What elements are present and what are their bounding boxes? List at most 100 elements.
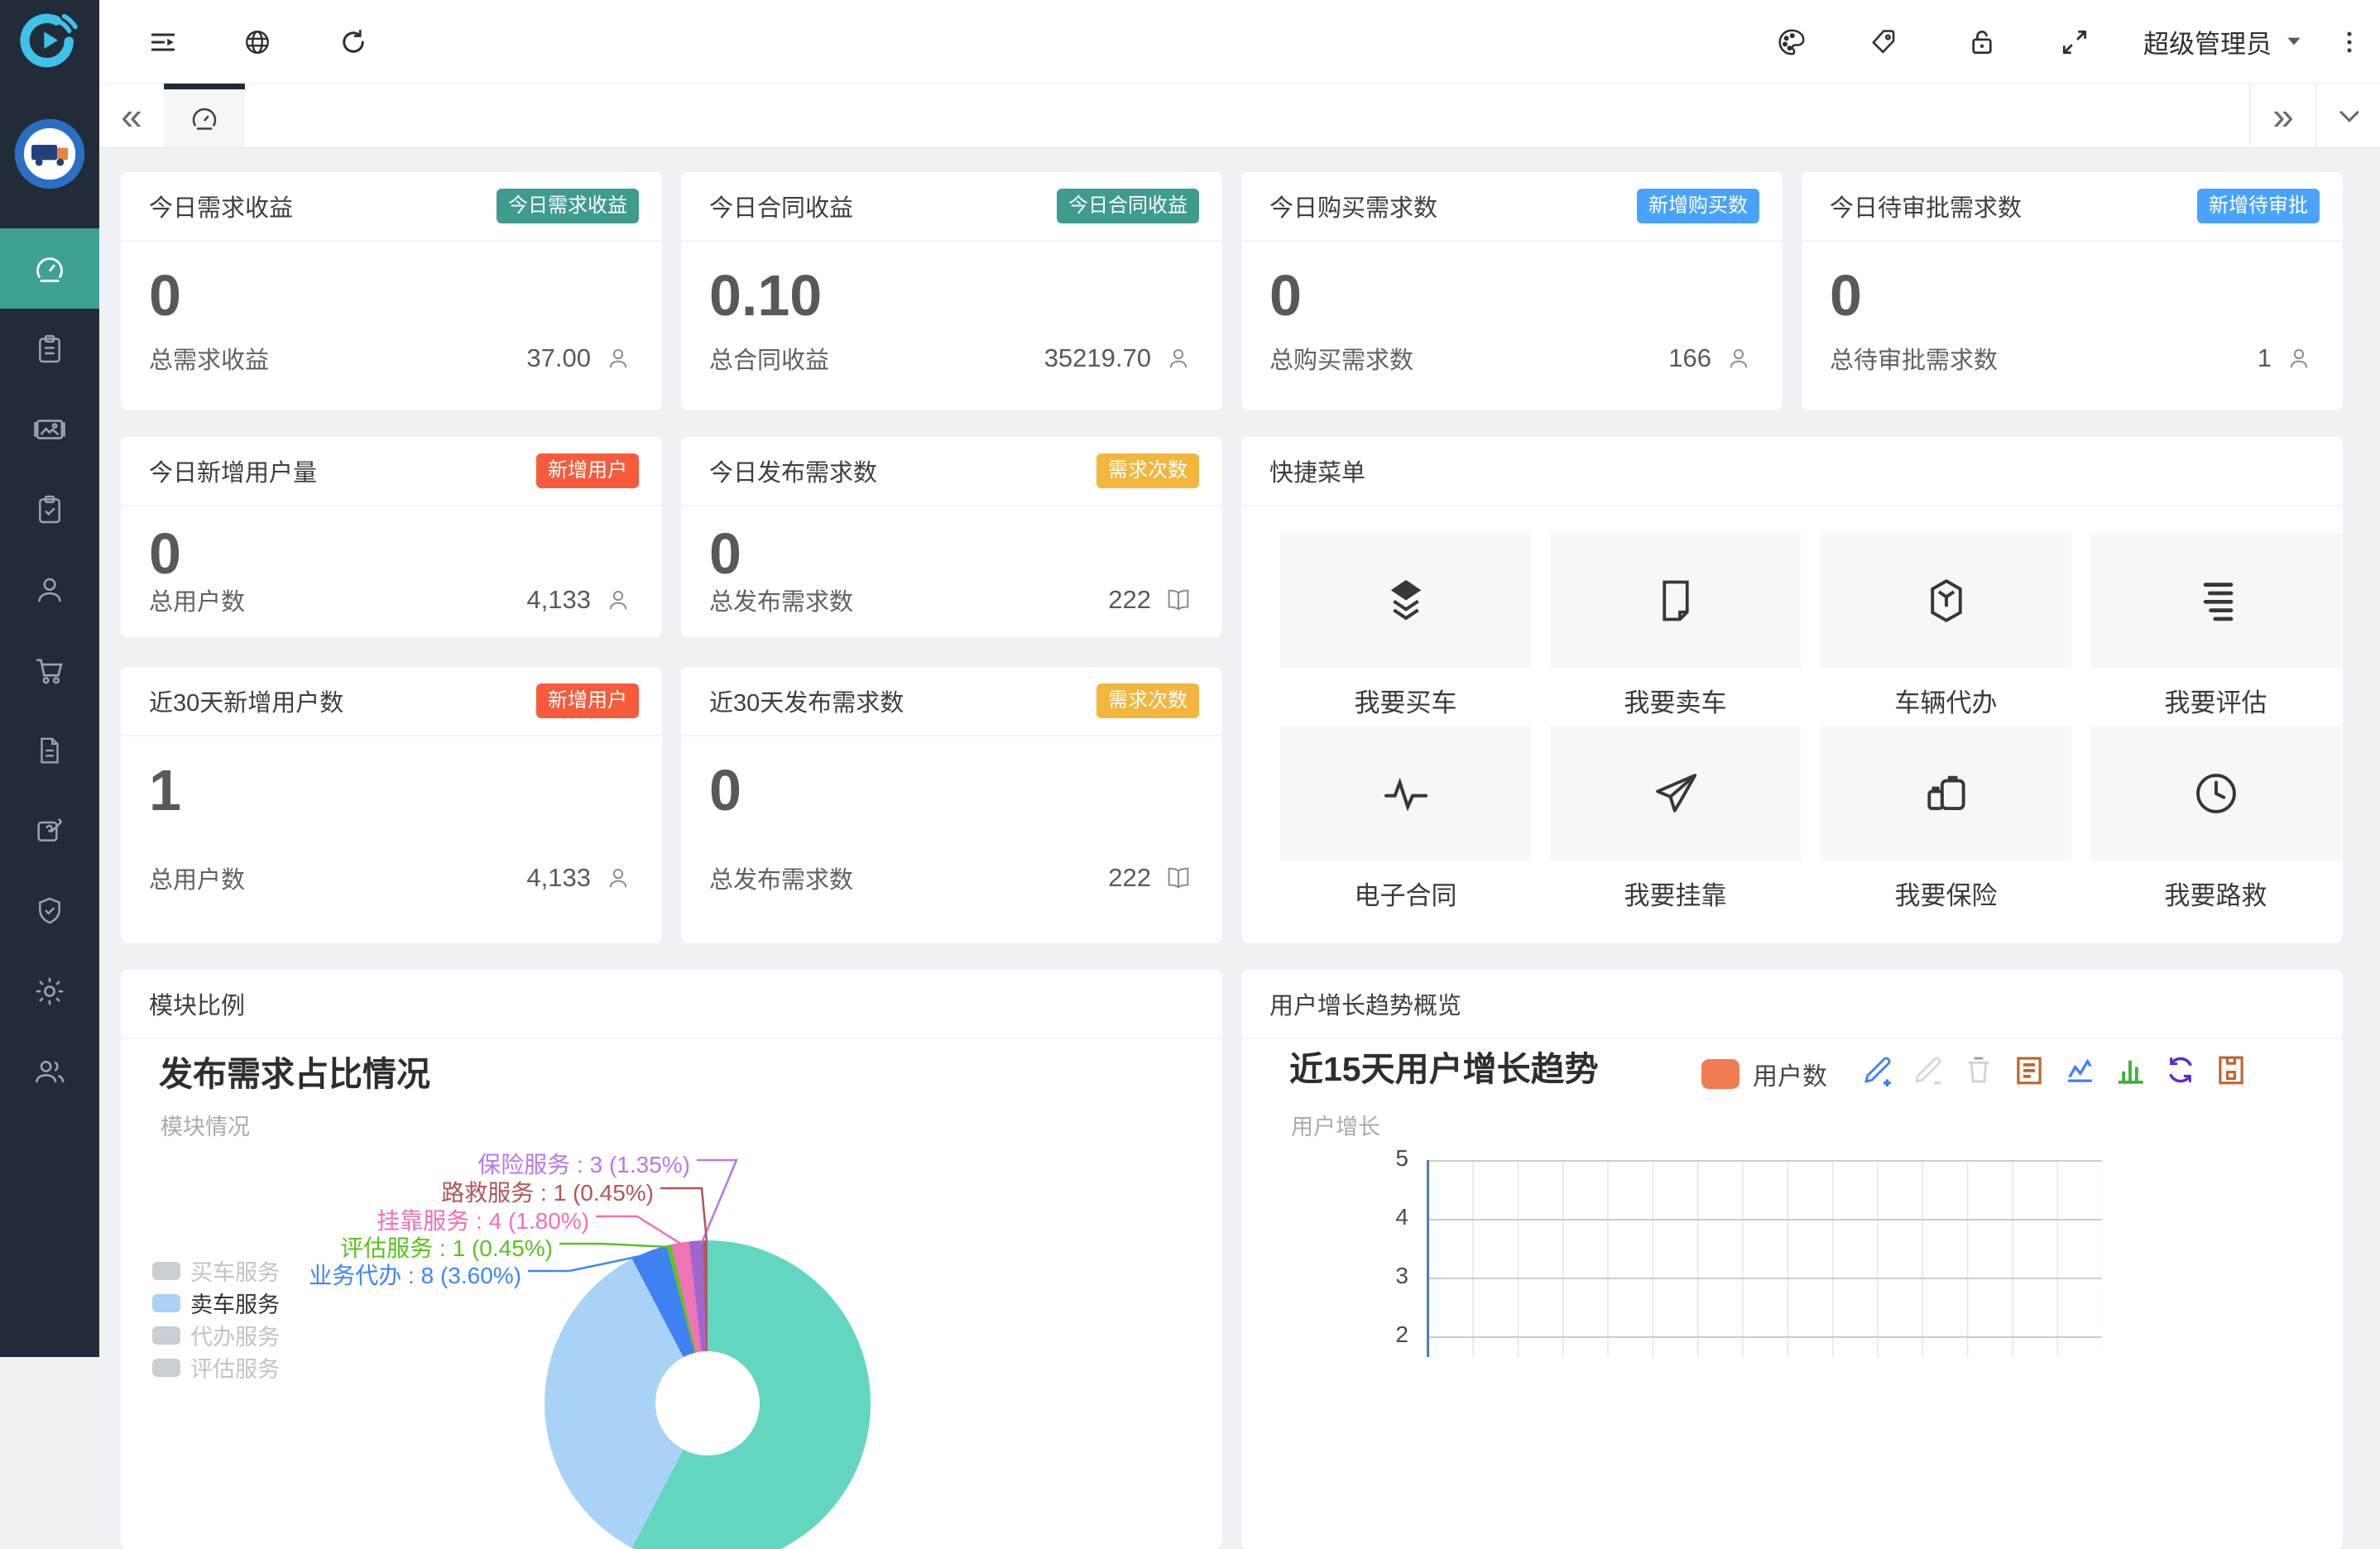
app-logo-icon — [17, 8, 83, 74]
book-icon — [1164, 586, 1192, 614]
stat-footer-label: 总购买需求数 — [1269, 341, 1668, 376]
main-content: 今日需求收益今日需求收益 0 总需求收益37.00 今日合同收益今日合同收益 0… — [99, 149, 2380, 1357]
card-title: 今日发布需求数 — [709, 453, 877, 488]
y-axis-tick: 3 — [1332, 1263, 1408, 1289]
double-chevron-right-icon: » — [2272, 94, 2294, 138]
cart-icon — [32, 653, 67, 688]
quick-item-label: 电子合同 — [1280, 875, 1531, 912]
quick-item-vehicle-agency[interactable] — [1821, 533, 2071, 668]
sidebar-item-4[interactable] — [0, 549, 99, 630]
user-menu[interactable]: 超级管理员 — [2143, 0, 2305, 83]
quick-item-label: 车辆代办 — [1821, 682, 2071, 719]
person-icon — [2285, 344, 2313, 372]
palette-icon[interactable] — [1776, 26, 1807, 58]
card-title: 今日新增用户量 — [149, 453, 317, 488]
sidebar-item-1[interactable] — [0, 309, 99, 389]
person-icon — [604, 344, 632, 372]
sidebar-item-9[interactable] — [0, 951, 99, 1031]
sidebar-item-10[interactable] — [0, 1031, 99, 1111]
chart-grid — [1428, 1160, 2102, 1357]
module-ratio-card: 模块比例 发布需求占比情况 模块情况 买车服务 卖车服务 代办服务 评估服务 — [121, 970, 1222, 1549]
card-badge: 新增待审批 — [2197, 189, 2320, 223]
stat-value: 0 — [1269, 266, 1753, 324]
tag-icon[interactable] — [1869, 26, 1900, 58]
card-badge: 今日需求收益 — [497, 189, 639, 223]
quick-item-label: 我要卖车 — [1550, 682, 1801, 719]
tabs-scroll-left-button[interactable]: « — [99, 84, 164, 147]
chevron-down-icon — [2335, 102, 2363, 130]
quick-item-buy-car[interactable] — [1280, 533, 1531, 668]
save-image-icon[interactable] — [2212, 1051, 2250, 1089]
refresh-icon[interactable] — [338, 26, 369, 58]
double-chevron-left-icon: « — [121, 94, 142, 138]
quick-item-sell-car[interactable] — [1550, 533, 1801, 668]
fullscreen-icon[interactable] — [2059, 26, 2090, 58]
globe-icon[interactable] — [242, 26, 273, 58]
stat-value: 0 — [149, 525, 632, 583]
card-title: 今日待审批需求数 — [1830, 189, 2022, 223]
sidebar-item-7[interactable] — [0, 790, 99, 870]
menu-unfold-icon[interactable] — [147, 26, 179, 58]
card-badge: 需求次数 — [1096, 683, 1199, 718]
stat-card-buy-demand: 今日购买需求数新增购买数 0 总购买需求数166 — [1241, 172, 1783, 410]
quick-item-e-contract[interactable] — [1280, 726, 1531, 861]
stat-footer-label: 总发布需求数 — [709, 583, 1108, 617]
layers-icon — [1380, 574, 1432, 627]
tab-dashboard[interactable] — [164, 84, 245, 147]
y-axis-tick: 2 — [1332, 1321, 1408, 1348]
banner-image-icon — [32, 412, 67, 447]
tabs-scroll-right-button[interactable]: » — [2251, 84, 2315, 147]
quick-menu-card: 快捷菜单 我要买车 我要卖车 车辆代办 我要评估 — [1241, 437, 2343, 943]
sidebar-item-6[interactable] — [0, 710, 99, 790]
clear-trash-icon[interactable] — [1960, 1051, 1998, 1089]
quick-item-affiliate[interactable] — [1550, 726, 1801, 861]
edit-add-pencil-icon[interactable] — [1859, 1051, 1897, 1089]
luggage-icon — [1921, 768, 1972, 819]
y-axis-tick: 4 — [1332, 1204, 1408, 1230]
dashboard-gauge-icon — [188, 102, 221, 135]
quick-item-evaluate[interactable] — [2090, 533, 2341, 668]
stat-card-new-users-today: 今日新增用户量新增用户 0 总用户数4,133 — [121, 437, 662, 637]
tabs-dropdown-button[interactable] — [2317, 84, 2380, 147]
paper-plane-icon — [1650, 768, 1701, 819]
person-icon — [604, 864, 632, 892]
restore-icon[interactable] — [2162, 1051, 2200, 1089]
line-chart-subtitle: 用户增长 — [1291, 1109, 1380, 1141]
data-view-icon[interactable] — [2010, 1051, 2048, 1089]
clipboard-icon — [33, 333, 66, 366]
user-icon — [33, 573, 66, 607]
quick-item-road-rescue[interactable] — [2090, 726, 2341, 861]
shield-check-icon — [33, 894, 66, 928]
caret-down-icon — [2283, 31, 2305, 52]
sidebar-item-5[interactable] — [0, 630, 99, 710]
card-title: 近30天新增用户数 — [149, 683, 343, 718]
sidebar-item-dashboard[interactable] — [0, 228, 99, 309]
bar-chart-icon[interactable] — [2111, 1051, 2149, 1089]
quick-item-insurance[interactable] — [1821, 726, 2071, 861]
clock-icon — [2190, 768, 2242, 819]
lock-icon[interactable] — [1966, 26, 1998, 58]
sidebar-item-3[interactable] — [0, 469, 99, 549]
quick-item-label: 我要路救 — [2090, 875, 2341, 912]
line-chart-icon[interactable] — [2061, 1051, 2099, 1089]
kebab-menu-icon[interactable] — [2334, 26, 2365, 58]
topbar: 超级管理员 — [99, 0, 2380, 84]
quick-item-label: 我要保险 — [1821, 875, 2071, 912]
card-badge: 今日合同收益 — [1057, 189, 1199, 223]
edit-remove-pencil-icon[interactable] — [1909, 1051, 1947, 1089]
card-title: 用户增长趋势概览 — [1269, 986, 1461, 1021]
line-chart-title: 近15天用户增长趋势 — [1289, 1041, 1599, 1091]
stat-card-contract-income: 今日合同收益今日合同收益 0.10 总合同收益35219.70 — [681, 172, 1222, 410]
quick-item-label: 我要评估 — [2090, 682, 2341, 719]
stat-footer-label: 总合同收益 — [709, 341, 1044, 376]
line-legend-item[interactable]: 用户数 — [1701, 1056, 1827, 1092]
book-icon — [1164, 864, 1192, 892]
quick-item-label: 我要挂靠 — [1550, 875, 1801, 912]
stat-value: 0 — [1830, 266, 2313, 324]
stat-footer-label: 总待审批需求数 — [1830, 341, 2258, 376]
sidebar-item-2[interactable] — [0, 389, 99, 469]
y-axis-tick: 5 — [1332, 1145, 1408, 1172]
sidebar-item-8[interactable] — [0, 870, 99, 951]
pulse-icon — [1380, 767, 1432, 820]
legend-swatch — [1701, 1059, 1739, 1089]
